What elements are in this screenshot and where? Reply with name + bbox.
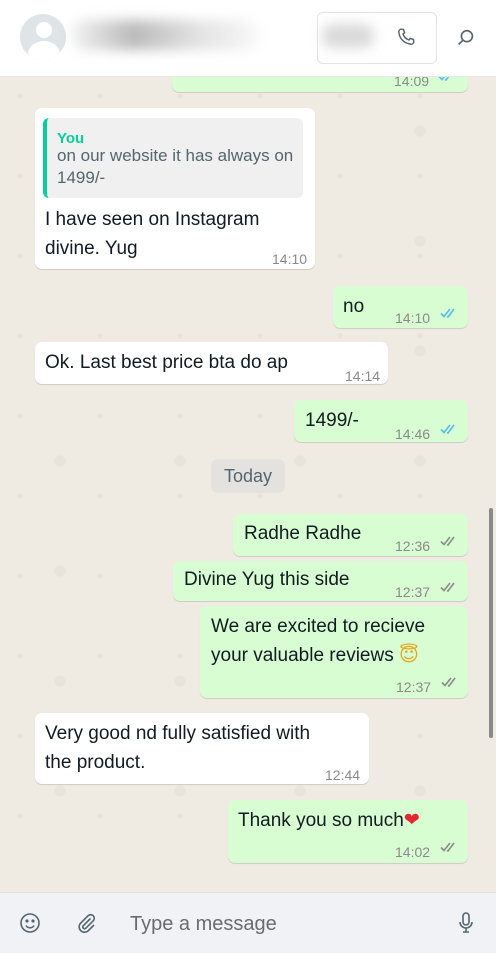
double-check-delivered-icon	[440, 842, 455, 853]
paperclip-icon	[78, 913, 96, 934]
message-text: Ok. Last best price bta do ap	[45, 352, 288, 373]
message-text: no	[343, 296, 365, 317]
search-button[interactable]	[446, 18, 486, 58]
chat-header	[0, 0, 496, 77]
double-check-delivered-icon	[440, 536, 455, 547]
message-time: 12:37	[396, 679, 432, 695]
contact-avatar[interactable]	[20, 14, 66, 60]
message-text-line1: I have seen on Instagram	[45, 209, 260, 230]
message-bubble-outgoing[interactable]: We are excited to recieve your valuable …	[200, 606, 468, 698]
message-time: 12:44	[325, 767, 361, 783]
red-heart-emoji: ❤	[403, 809, 420, 831]
message-time: 14:10	[395, 310, 431, 326]
double-check-read-icon	[440, 308, 455, 319]
message-composer	[0, 892, 496, 953]
avatar-placeholder-body	[28, 41, 60, 60]
message-text-line1: Very good nd fully satisfied with	[45, 723, 311, 744]
date-divider: Today	[211, 459, 285, 493]
smiling-face-with-halo-emoji: 😇	[398, 644, 419, 666]
emoji-icon	[20, 913, 40, 933]
quoted-message[interactable]: You on our website it has always on 1499…	[43, 118, 303, 198]
double-check-delivered-icon	[440, 582, 455, 593]
message-bubble-outgoing[interactable]: Thank you so much❤ 14:02	[228, 800, 468, 863]
message-text-line1: We are excited to recieve	[211, 616, 426, 637]
message-text-line2: your valuable reviews 😇	[211, 641, 419, 670]
message-text: Divine Yug this side	[184, 569, 350, 590]
contact-name-blurred[interactable]	[70, 20, 260, 50]
message-text: Thank you so much❤	[238, 806, 420, 835]
message-time: 12:37	[395, 584, 431, 600]
microphone-icon	[459, 912, 473, 933]
message-time: 12:36	[395, 538, 431, 554]
message-bubble-outgoing[interactable]: 1499/- 14:46	[294, 400, 468, 442]
emoji-button[interactable]	[16, 909, 44, 937]
message-text-line2-text: your valuable reviews	[211, 645, 394, 666]
message-input[interactable]	[118, 905, 452, 943]
message-text-line2: the product.	[45, 752, 146, 773]
quoted-text: on our website it has always on 1499/-	[57, 146, 294, 187]
attach-button[interactable]	[72, 909, 100, 937]
avatar-placeholder-head	[36, 22, 52, 38]
message-text-line2: divine. Yug	[45, 238, 138, 259]
message-bubble-incoming[interactable]: Very good nd fully satisfied with the pr…	[35, 713, 369, 784]
message-time: 14:46	[395, 426, 431, 442]
message-bubble-incoming[interactable]: Ok. Last best price bta do ap 14:14	[35, 342, 388, 384]
double-check-delivered-icon	[441, 677, 456, 688]
message-time: 14:02	[395, 844, 431, 860]
message-bubble-outgoing[interactable]: Divine Yug this side 12:37	[173, 561, 468, 601]
phone-icon	[398, 28, 415, 45]
double-check-read-icon	[440, 424, 455, 435]
message-bubble-incoming[interactable]: You on our website it has always on 1499…	[35, 108, 315, 269]
voice-message-button[interactable]	[452, 909, 480, 937]
message-text-body: Thank you so much	[238, 810, 404, 831]
message-time: 14:14	[345, 368, 381, 384]
message-text: Radhe Radhe	[244, 523, 362, 544]
chat-scrollbar[interactable]	[489, 508, 493, 738]
message-bubble-outgoing[interactable]: Radhe Radhe 12:36	[233, 514, 468, 556]
call-button[interactable]	[377, 13, 435, 61]
message-text: 1499/-	[305, 410, 359, 431]
search-icon	[458, 29, 474, 46]
message-bubble-outgoing[interactable]: no 14:10	[333, 286, 468, 328]
message-time: 14:10	[272, 251, 308, 267]
